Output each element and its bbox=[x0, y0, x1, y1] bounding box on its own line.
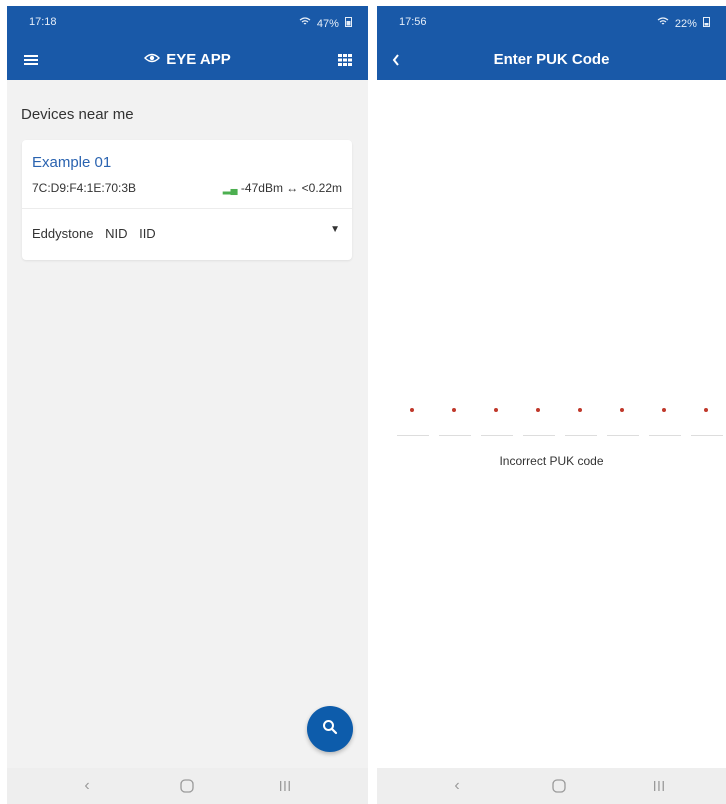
device-rssi: -47dBm bbox=[240, 181, 283, 195]
battery-percent: 22% bbox=[674, 18, 697, 30]
masked-digit-dot bbox=[620, 408, 624, 412]
masked-digit-dot bbox=[536, 408, 540, 412]
search-fab-button[interactable] bbox=[307, 706, 353, 752]
puk-digit bbox=[649, 404, 681, 444]
status-time: 17:56 bbox=[399, 16, 427, 28]
digit-underline bbox=[691, 435, 723, 436]
signal-icon: ▂▄ bbox=[222, 184, 238, 195]
eye-logo-icon bbox=[144, 51, 161, 68]
masked-digit-dot bbox=[410, 408, 414, 412]
puk-digit bbox=[565, 404, 597, 444]
devices-screen: 17:18 47% EYE APP Devices near me Exampl… bbox=[7, 6, 368, 804]
distance-icon: ↔ bbox=[286, 181, 299, 195]
puk-digit bbox=[481, 404, 513, 444]
app-bar: 17:56 22% Enter PUK Code bbox=[377, 6, 726, 80]
card-divider bbox=[22, 208, 352, 209]
digit-underline bbox=[649, 435, 681, 436]
wifi-icon bbox=[299, 17, 314, 30]
toolbar: EYE APP bbox=[7, 42, 368, 80]
nav-recents-icon[interactable] bbox=[639, 774, 679, 798]
nav-back-icon[interactable]: ‹ bbox=[67, 774, 107, 798]
device-distance: <0.22m bbox=[301, 181, 342, 195]
status-bar: 17:56 22% bbox=[377, 6, 726, 40]
masked-digit-dot bbox=[662, 408, 666, 412]
nav-home-icon[interactable] bbox=[167, 774, 207, 798]
puk-digit bbox=[439, 404, 471, 444]
device-signal: ▂▄ -47dBm ↔ <0.22m bbox=[223, 181, 342, 195]
battery-icon bbox=[703, 17, 710, 30]
section-title: Devices near me bbox=[21, 106, 134, 123]
puk-digit bbox=[397, 404, 429, 444]
wifi-icon bbox=[657, 17, 672, 30]
toolbar: Enter PUK Code bbox=[377, 42, 726, 80]
puk-input[interactable] bbox=[397, 404, 723, 444]
puk-screen: 17:56 22% Enter PUK Code Incorrect PUK c… bbox=[377, 6, 726, 804]
puk-error-message: Incorrect PUK code bbox=[499, 454, 604, 468]
battery-icon bbox=[345, 17, 352, 30]
masked-digit-dot bbox=[704, 408, 708, 412]
masked-digit-dot bbox=[452, 408, 456, 412]
screen-title: Enter PUK Code bbox=[493, 51, 610, 68]
device-name: Example 01 bbox=[32, 154, 112, 171]
digit-underline bbox=[523, 435, 555, 436]
masked-digit-dot bbox=[578, 408, 582, 412]
battery-percent: 47% bbox=[316, 18, 339, 30]
device-card[interactable]: Example 01 7C:D9:F4:1E:70:3B ▂▄ -47dBm ↔… bbox=[22, 140, 352, 260]
nav-home-icon[interactable] bbox=[539, 774, 579, 798]
puk-digit bbox=[607, 404, 639, 444]
grid-icon[interactable] bbox=[334, 50, 356, 70]
app-bar: 17:18 47% EYE APP bbox=[7, 6, 368, 80]
digit-underline bbox=[481, 435, 513, 436]
expand-icon[interactable]: ▼ bbox=[330, 224, 340, 235]
tag-iid: IID bbox=[139, 226, 156, 241]
search-icon bbox=[322, 719, 338, 740]
digit-underline bbox=[565, 435, 597, 436]
frame-tags: Eddystone NID IID bbox=[32, 226, 164, 241]
puk-digit bbox=[523, 404, 555, 444]
puk-digit bbox=[691, 404, 723, 444]
app-title-text: EYE APP bbox=[166, 51, 231, 68]
tag-nid: NID bbox=[105, 226, 128, 241]
system-nav-bar: ‹ bbox=[7, 768, 368, 804]
status-time: 17:18 bbox=[29, 16, 57, 28]
app-title: EYE APP bbox=[7, 51, 368, 68]
system-nav-bar: ‹ bbox=[377, 768, 726, 804]
nav-back-icon[interactable]: ‹ bbox=[437, 774, 477, 798]
digit-underline bbox=[439, 435, 471, 436]
tag-eddystone: Eddystone bbox=[32, 226, 94, 241]
nav-recents-icon[interactable] bbox=[265, 774, 305, 798]
status-icons: 47% bbox=[296, 16, 352, 30]
masked-digit-dot bbox=[494, 408, 498, 412]
status-icons: 22% bbox=[654, 16, 710, 30]
device-mac: 7C:D9:F4:1E:70:3B bbox=[32, 181, 137, 195]
digit-underline bbox=[397, 435, 429, 436]
digit-underline bbox=[607, 435, 639, 436]
status-bar: 17:18 47% bbox=[7, 6, 368, 40]
